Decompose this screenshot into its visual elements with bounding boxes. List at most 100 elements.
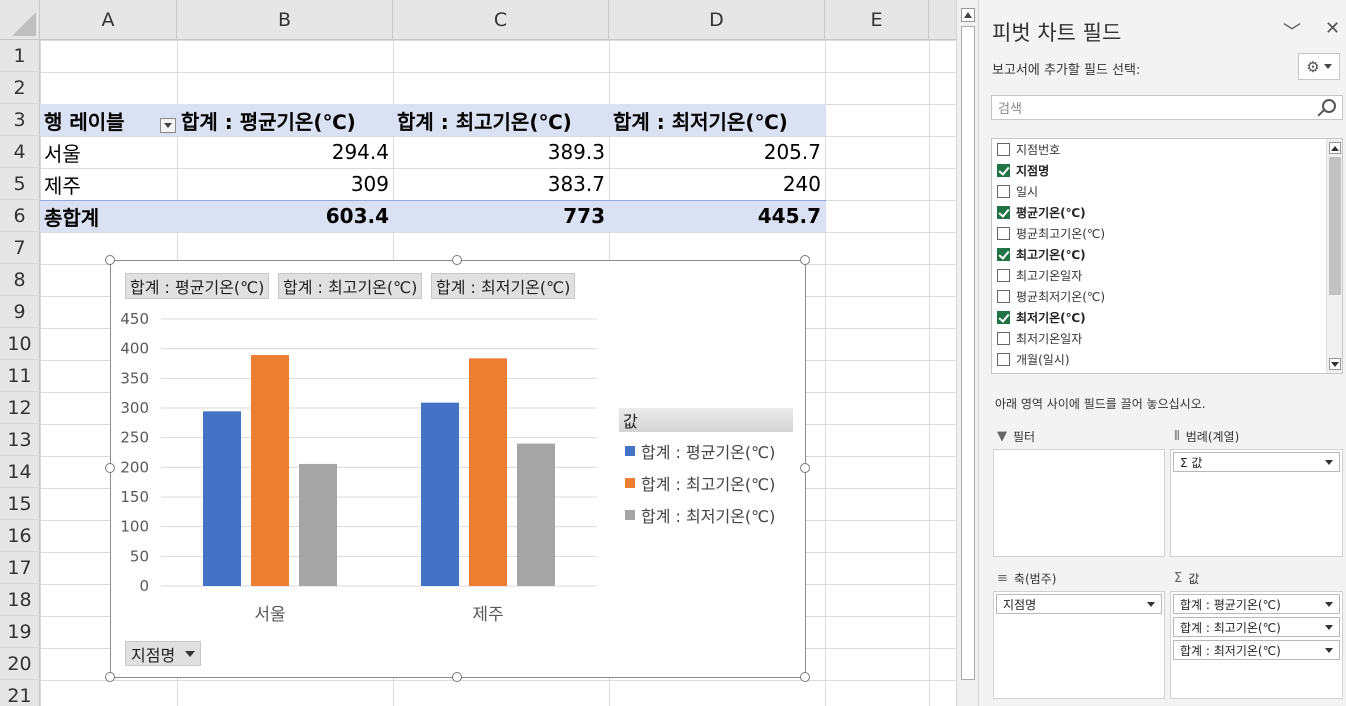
legend-drop-zone[interactable]: Σ 값 [1170,449,1343,557]
axis-field-item[interactable]: 지점명 [996,594,1162,614]
axis-field-button[interactable]: 지점명 [125,641,202,666]
axis-drop-zone[interactable]: 지점명 [993,591,1165,699]
values-field-item[interactable]: 합계 : 평균기온(℃) [1173,594,1340,614]
column-header-e[interactable]: E [825,0,929,40]
row-header[interactable]: 1 [0,40,40,72]
field-item[interactable]: 평균최저기온(℃) [997,286,1105,306]
pivot-grand-total-value[interactable]: 603.4 [177,200,393,232]
scroll-down-button[interactable] [1329,358,1341,370]
field-item[interactable]: 개월(일시) [997,349,1070,369]
row-header[interactable]: 21 [0,680,40,706]
row-header[interactable]: 15 [0,488,40,520]
legend-item[interactable]: 합계 : 최저기온(℃) [625,504,775,526]
values-field-item[interactable]: 합계 : 최저기온(℃) [1173,640,1340,660]
legend-item[interactable]: 합계 : 최고기온(℃) [625,472,775,494]
legend-field-item[interactable]: Σ 값 [1173,452,1340,472]
vertical-scrollbar[interactable] [956,0,978,706]
resize-handle[interactable] [452,255,462,265]
tools-button[interactable]: ⚙ [1298,53,1340,80]
checkbox-checked-icon[interactable] [997,310,1010,324]
resize-handle[interactable] [800,255,810,265]
checkbox-checked-icon[interactable] [997,205,1010,219]
row-header[interactable]: 11 [0,360,40,392]
row-header[interactable]: 8 [0,264,40,296]
pivot-value-cell[interactable]: 205.7 [609,136,825,168]
select-all-button[interactable] [0,0,40,40]
pivot-col-header[interactable]: 합계 : 최저기온(℃) [609,104,825,136]
field-item[interactable]: 평균최고기온(℃) [997,223,1105,243]
resize-handle[interactable] [105,672,115,682]
row-label-filter-button[interactable] [160,118,176,133]
resize-handle[interactable] [105,255,115,265]
search-input[interactable]: 검색 [991,95,1343,120]
pivot-row-label-header[interactable]: 행 레이블 [40,104,177,136]
scroll-thumb[interactable] [961,26,975,680]
row-header[interactable]: 17 [0,552,40,584]
chevron-down-icon[interactable]: ﹀ [1283,18,1301,44]
pivot-col-header[interactable]: 합계 : 평균기온(℃) [177,104,393,136]
pivot-row-label[interactable]: 제주 [40,168,177,200]
checkbox-icon[interactable] [997,289,1010,303]
resize-handle[interactable] [800,672,810,682]
checkbox-checked-icon[interactable] [997,247,1010,261]
pivot-value-cell[interactable]: 309 [177,168,393,200]
checkbox-icon[interactable] [997,268,1010,282]
values-field-item[interactable]: 합계 : 최고기온(℃) [1173,617,1340,637]
column-header-b[interactable]: B [177,0,393,40]
column-header-d[interactable]: D [609,0,825,40]
pivot-value-cell[interactable]: 383.7 [393,168,609,200]
checkbox-icon[interactable] [997,226,1010,240]
row-header[interactable]: 14 [0,456,40,488]
row-header[interactable]: 6 [0,200,40,232]
row-header[interactable]: 12 [0,392,40,424]
row-header[interactable]: 2 [0,72,40,104]
row-header[interactable]: 5 [0,168,40,200]
row-header[interactable]: 19 [0,616,40,648]
pivot-row-label[interactable]: 서울 [40,136,177,168]
pivot-grand-total-value[interactable]: 445.7 [609,200,825,232]
scroll-up-button[interactable] [961,8,975,22]
row-header[interactable]: 18 [0,584,40,616]
pivot-grand-total-value[interactable]: 773 [393,200,609,232]
field-item[interactable]: 일시 [997,181,1038,201]
field-item[interactable]: 최저기온(℃) [997,307,1086,327]
checkbox-checked-icon[interactable] [997,163,1010,177]
column-header-f[interactable] [929,0,956,40]
checkbox-icon[interactable] [997,142,1010,156]
search-icon[interactable] [1322,99,1336,113]
pivot-grand-total-label[interactable]: 총합계 [40,200,177,232]
legend-title[interactable]: 값 [619,408,793,432]
resize-handle[interactable] [452,672,462,682]
checkbox-icon[interactable] [997,352,1010,366]
values-drop-zone[interactable]: 합계 : 평균기온(℃) 합계 : 최고기온(℃) 합계 : 최저기온(℃) [1170,591,1343,699]
row-header[interactable]: 4 [0,136,40,168]
scroll-thumb[interactable] [1329,157,1341,295]
pivot-value-cell[interactable]: 294.4 [177,136,393,168]
legend-item[interactable]: 합계 : 평균기온(℃) [625,440,775,462]
pivot-value-cell[interactable]: 240 [609,168,825,200]
row-header[interactable]: 10 [0,328,40,360]
field-item[interactable]: 지점명 [997,160,1049,180]
filter-drop-zone[interactable] [993,449,1165,557]
column-header-c[interactable]: C [393,0,609,40]
checkbox-icon[interactable] [997,184,1010,198]
field-item[interactable]: 최고기온(℃) [997,244,1086,264]
row-header[interactable]: 16 [0,520,40,552]
row-header[interactable]: 7 [0,232,40,264]
field-item[interactable]: 지점번호 [997,139,1060,159]
row-header[interactable]: 20 [0,648,40,680]
resize-handle[interactable] [800,463,810,473]
resize-handle[interactable] [105,463,115,473]
field-item[interactable]: 최고기온일자 [997,265,1082,285]
field-item[interactable]: 최저기온일자 [997,328,1082,348]
row-header[interactable]: 3 [0,104,40,136]
pivot-col-header[interactable]: 합계 : 최고기온(℃) [393,104,609,136]
pivot-chart[interactable]: 합계 : 평균기온(℃) 합계 : 최고기온(℃) 합계 : 최저기온(℃) 0… [110,260,806,678]
worksheet[interactable]: A B C D E 1 2 3 4 5 6 7 8 9 10 11 12 13 14 15 16 17 18 19 2… [0,0,956,706]
row-header[interactable]: 9 [0,296,40,328]
field-list-scrollbar[interactable] [1326,139,1342,373]
field-list[interactable]: 지점번호 지점명 일시 평균기온(℃) 평균최고기온(℃) 최고기온(℃) 최고기온일자 평균… [991,138,1343,374]
field-item[interactable]: 평균기온(℃) [997,202,1086,222]
row-header[interactable]: 13 [0,424,40,456]
pivot-value-cell[interactable]: 389.3 [393,136,609,168]
